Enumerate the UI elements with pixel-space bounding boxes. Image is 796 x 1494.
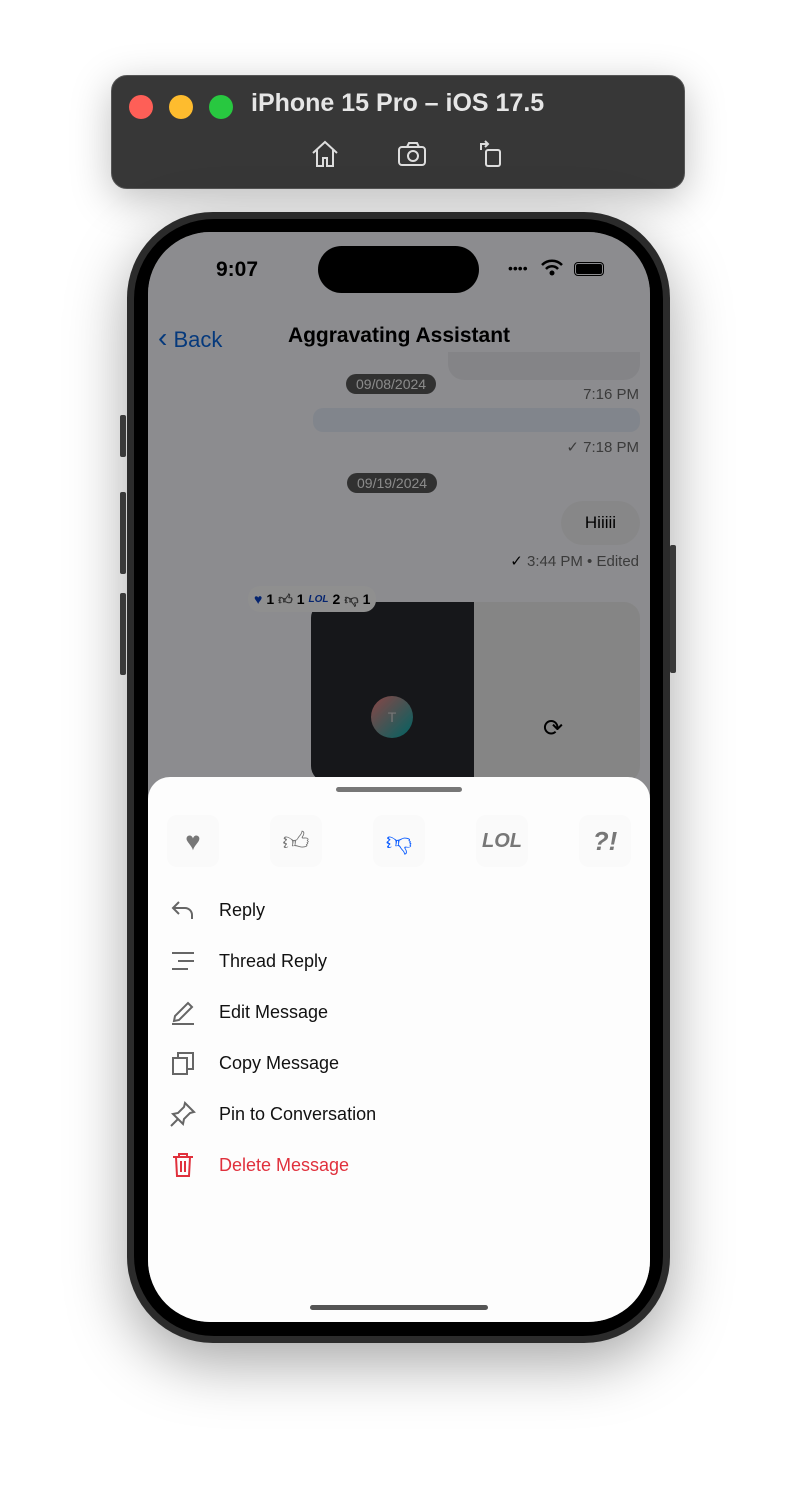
zoom-window-button[interactable] bbox=[209, 95, 233, 119]
volume-down-button[interactable] bbox=[120, 593, 126, 675]
power-button[interactable] bbox=[670, 545, 676, 673]
react-lol-button[interactable]: LOL bbox=[476, 815, 528, 867]
home-icon[interactable] bbox=[309, 138, 341, 170]
lol-icon: LOL bbox=[482, 829, 522, 852]
menu-item-delete-message[interactable]: Delete Message bbox=[168, 1145, 349, 1185]
menu-item-thread-reply[interactable]: Thread Reply bbox=[168, 941, 327, 981]
copy-icon bbox=[168, 1050, 198, 1076]
screenshot-icon[interactable] bbox=[396, 138, 428, 170]
thumbs-down-icon: 👎︎ bbox=[385, 825, 413, 856]
volume-up-button[interactable] bbox=[120, 492, 126, 574]
action-button[interactable] bbox=[120, 415, 126, 457]
reply-icon bbox=[168, 898, 198, 922]
phone-screen: 9:07 •••• ‹ Back Aggravating Assistant 0… bbox=[148, 232, 650, 1322]
thread-reply-icon bbox=[168, 950, 198, 972]
react-wut-button[interactable]: ?! bbox=[579, 815, 631, 867]
home-indicator[interactable] bbox=[310, 1305, 488, 1310]
heart-icon: ♥ bbox=[185, 825, 201, 856]
pin-icon bbox=[168, 1100, 198, 1128]
react-heart-button[interactable]: ♥ bbox=[167, 815, 219, 867]
simulator-title-bar: iPhone 15 Pro – iOS 17.5 bbox=[111, 75, 685, 189]
trash-icon bbox=[168, 1152, 198, 1178]
menu-item-copy-message[interactable]: Copy Message bbox=[168, 1043, 339, 1083]
menu-item-pin[interactable]: Pin to Conversation bbox=[168, 1094, 376, 1134]
close-window-button[interactable] bbox=[129, 95, 153, 119]
rotate-icon[interactable] bbox=[476, 138, 508, 170]
pencil-icon bbox=[168, 999, 198, 1025]
thumbs-up-icon: 👍︎ bbox=[282, 825, 310, 856]
minimize-window-button[interactable] bbox=[169, 95, 193, 119]
simulator-title: iPhone 15 Pro – iOS 17.5 bbox=[251, 89, 545, 117]
sheet-grabber[interactable] bbox=[336, 787, 462, 792]
react-thumbs-down-button[interactable]: 👎︎ bbox=[373, 815, 425, 867]
question-exclamation-icon: ?! bbox=[592, 825, 618, 856]
menu-item-reply[interactable]: Reply bbox=[168, 890, 265, 930]
message-actions-sheet: ♥ 👍︎ 👎︎ LOL ?! Reply Thread Reply Edit M… bbox=[148, 777, 650, 1322]
menu-item-edit-message[interactable]: Edit Message bbox=[168, 992, 328, 1032]
react-thumbs-up-button[interactable]: 👍︎ bbox=[270, 815, 322, 867]
